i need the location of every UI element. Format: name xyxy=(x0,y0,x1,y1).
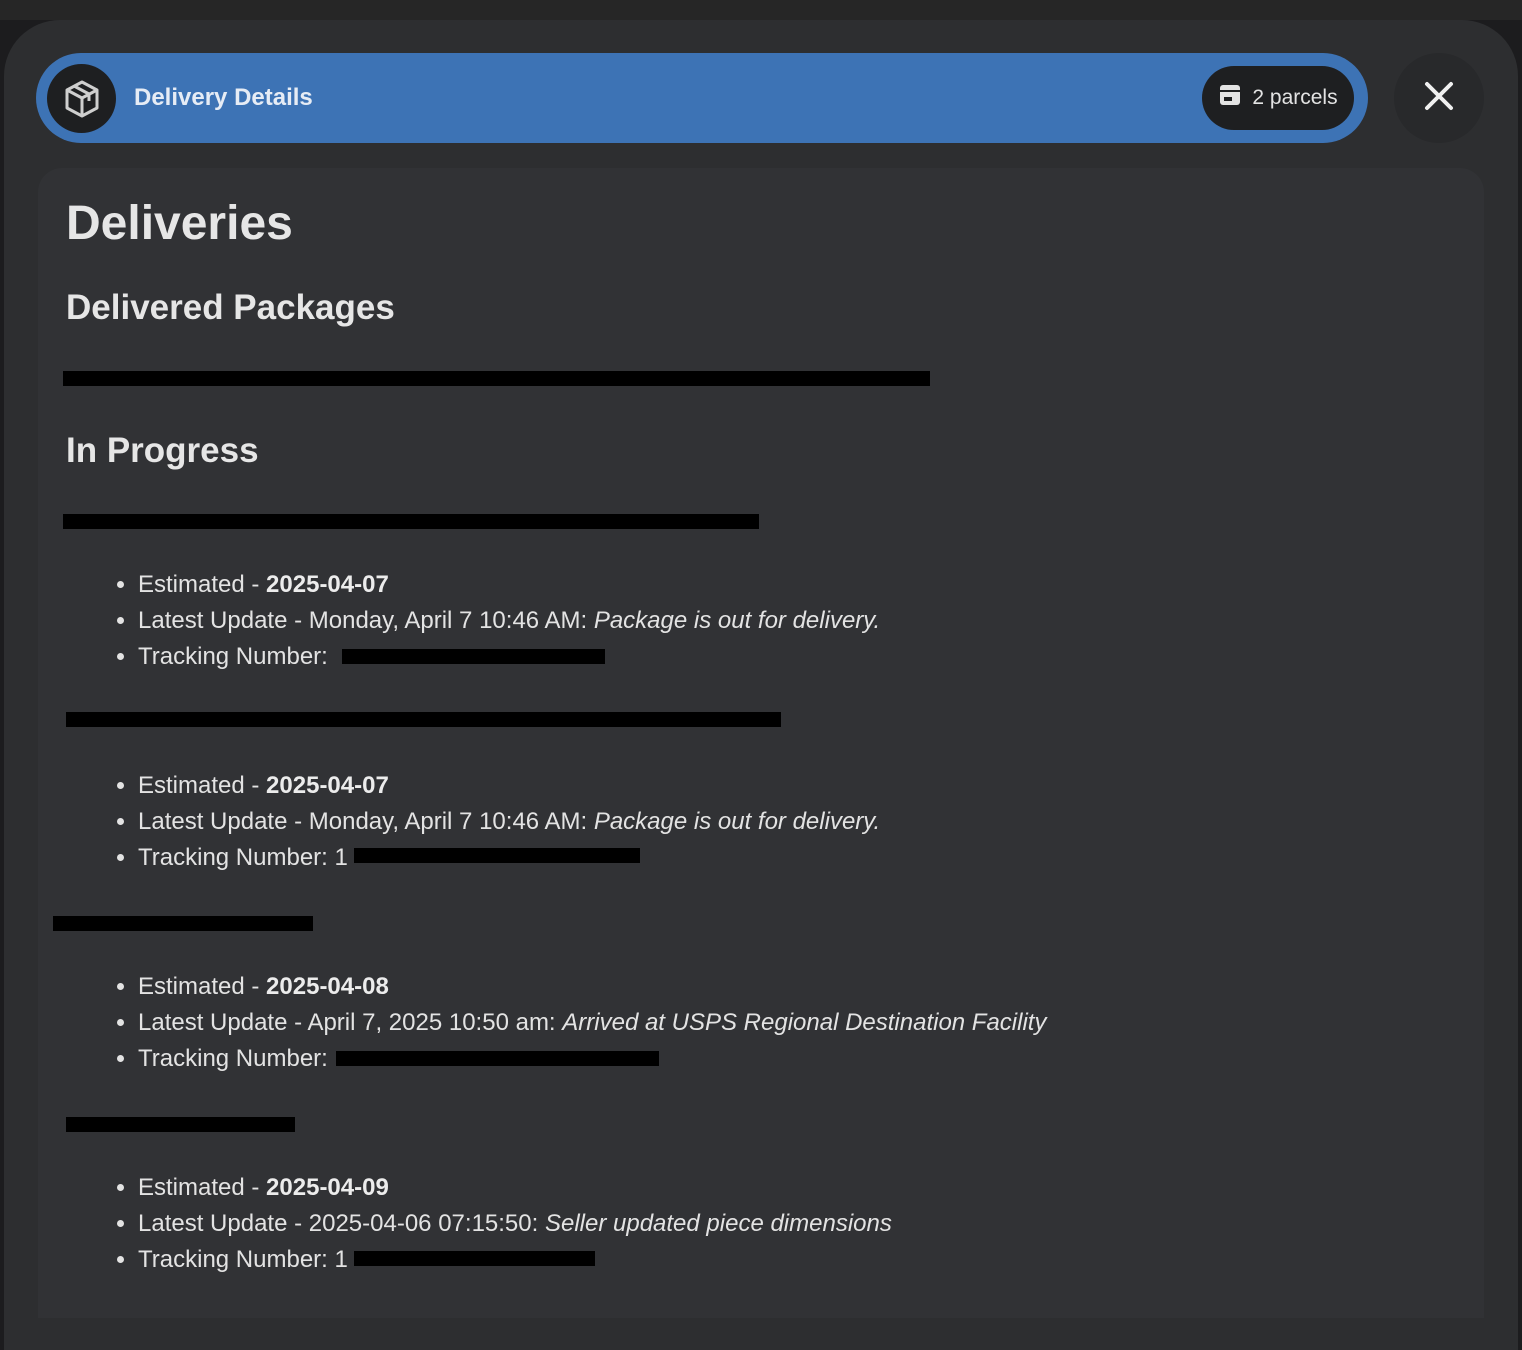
estimated-item: Estimated - 2025-04-07 xyxy=(138,567,880,603)
dialog-header: Delivery Details 2 parcels xyxy=(36,53,1368,143)
redaction-bar xyxy=(63,514,759,529)
estimated-item: Estimated - 2025-04-09 xyxy=(138,1170,892,1206)
delivered-heading: Delivered Packages xyxy=(66,288,395,327)
estimated-item: Estimated - 2025-04-07 xyxy=(138,768,880,804)
content-card xyxy=(38,168,1484,1318)
redaction-bar xyxy=(66,1117,295,1132)
latest-update-item: Latest Update - Monday, April 7 10:46 AM… xyxy=(138,603,880,639)
parcels-badge[interactable]: 2 parcels xyxy=(1202,66,1354,130)
latest-update-item: Latest Update - April 7, 2025 10:50 am: … xyxy=(138,1005,1046,1041)
latest-update-item: Latest Update - 2025-04-06 07:15:50: Sel… xyxy=(138,1206,892,1242)
close-button[interactable] xyxy=(1394,53,1484,143)
redaction-bar xyxy=(66,712,781,727)
estimated-item: Estimated - 2025-04-08 xyxy=(138,969,1046,1005)
redaction-bar xyxy=(342,649,605,664)
redaction-bar xyxy=(53,916,313,931)
package-icon xyxy=(47,64,116,133)
page-title: Deliveries xyxy=(66,197,293,250)
top-bar xyxy=(0,0,1522,20)
latest-update-item: Latest Update - Monday, April 7 10:46 AM… xyxy=(138,804,880,840)
in-progress-heading: In Progress xyxy=(66,431,259,470)
parcel-icon xyxy=(1218,83,1242,113)
dialog-title: Delivery Details xyxy=(134,84,313,111)
close-icon xyxy=(1424,81,1454,116)
redaction-bar xyxy=(354,848,640,863)
redaction-bar xyxy=(354,1251,595,1266)
redaction-bar xyxy=(63,371,930,386)
redaction-bar xyxy=(336,1051,659,1066)
parcels-count: 2 parcels xyxy=(1252,86,1338,109)
